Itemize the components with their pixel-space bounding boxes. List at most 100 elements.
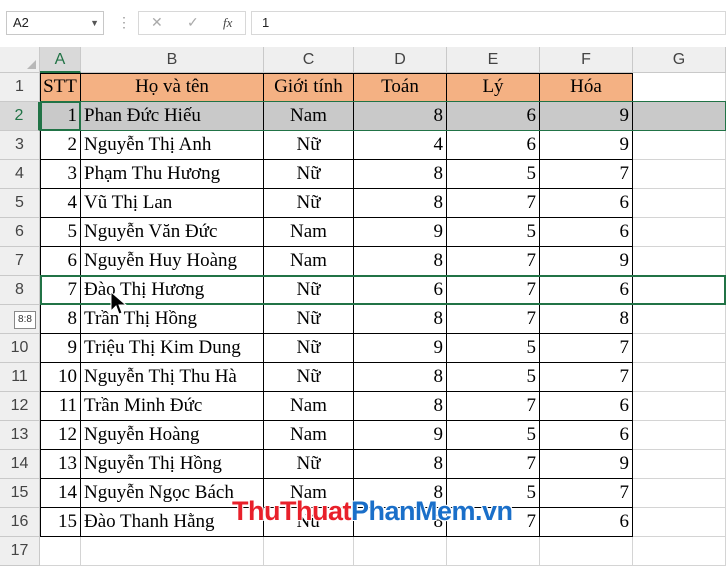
header-cell-math[interactable]: Toán [354, 73, 447, 102]
row-header-7[interactable]: 7 [0, 247, 40, 276]
header-cell-stt[interactable]: STT [40, 73, 81, 102]
cell-empty[interactable] [354, 537, 447, 566]
cell-stt[interactable]: 7 [40, 276, 81, 305]
cell-stt[interactable]: 4 [40, 189, 81, 218]
cell-empty[interactable] [264, 537, 354, 566]
column-header-f[interactable]: F [540, 47, 633, 73]
cell-gender[interactable]: Nữ [264, 450, 354, 479]
cell-chemistry[interactable]: 9 [540, 450, 633, 479]
cell-math[interactable]: 8 [354, 392, 447, 421]
cell-g[interactable] [633, 131, 726, 160]
cell-stt[interactable]: 11 [40, 392, 81, 421]
cell-stt[interactable]: 1 [40, 102, 81, 131]
row-header-8[interactable]: 8 [0, 276, 40, 305]
cell-math[interactable]: 6 [354, 276, 447, 305]
cell-stt[interactable]: 9 [40, 334, 81, 363]
cell-gender[interactable]: Nam [264, 218, 354, 247]
row-header-10[interactable]: 10 [0, 334, 40, 363]
cell-g[interactable] [633, 421, 726, 450]
column-header-b[interactable]: B [81, 47, 264, 73]
row-header-11[interactable]: 11 [0, 363, 40, 392]
row-header-13[interactable]: 13 [0, 421, 40, 450]
cell-math[interactable]: 8 [354, 160, 447, 189]
cell-g[interactable] [633, 450, 726, 479]
cell-physics[interactable]: 5 [447, 160, 540, 189]
cell-math[interactable]: 8 [354, 305, 447, 334]
cell-stt[interactable]: 12 [40, 421, 81, 450]
cell-chemistry[interactable]: 8 [540, 305, 633, 334]
name-box[interactable]: A2 ▼ [6, 11, 104, 35]
cell-math[interactable]: 9 [354, 334, 447, 363]
column-header-g[interactable]: G [633, 47, 726, 73]
cell-name[interactable]: Nguyễn Hoàng [81, 421, 264, 450]
cell-physics[interactable]: 7 [447, 305, 540, 334]
cell-gender[interactable]: Nữ [264, 334, 354, 363]
cell-physics[interactable]: 5 [447, 218, 540, 247]
cell-name[interactable]: Phạm Thu Hương [81, 160, 264, 189]
row-header-12[interactable]: 12 [0, 392, 40, 421]
cell-stt[interactable]: 5 [40, 218, 81, 247]
cell-gender[interactable]: Nam [264, 392, 354, 421]
row-header-17[interactable]: 17 [0, 537, 40, 566]
cell-name[interactable]: Vũ Thị Lan [81, 189, 264, 218]
cancel-icon[interactable]: ✕ [151, 14, 163, 31]
cell-math[interactable]: 4 [354, 131, 447, 160]
cell-physics[interactable]: 7 [447, 392, 540, 421]
cell-gender[interactable]: Nữ [264, 363, 354, 392]
cell-stt[interactable]: 15 [40, 508, 81, 537]
header-cell-chemistry[interactable]: Hóa [540, 73, 633, 102]
cell-chemistry[interactable]: 9 [540, 247, 633, 276]
chevron-down-icon[interactable]: ▼ [90, 12, 99, 34]
cell-math[interactable]: 8 [354, 102, 447, 131]
cell-chemistry[interactable]: 7 [540, 160, 633, 189]
column-header-d[interactable]: D [354, 47, 447, 73]
cell-chemistry[interactable]: 6 [540, 392, 633, 421]
enter-icon[interactable]: ✓ [187, 14, 199, 31]
row-header-5[interactable]: 5 [0, 189, 40, 218]
cell-gender[interactable]: Nữ [264, 131, 354, 160]
row-header-15[interactable]: 15 [0, 479, 40, 508]
cell-g1[interactable] [633, 73, 726, 102]
cell-name[interactable]: Nguyễn Văn Đức [81, 218, 264, 247]
cell-stt[interactable]: 2 [40, 131, 81, 160]
cell-physics[interactable]: 6 [447, 131, 540, 160]
cell-math[interactable]: 9 [354, 218, 447, 247]
cell-physics[interactable]: 6 [447, 102, 540, 131]
cell-g[interactable] [633, 102, 726, 131]
cell-physics[interactable]: 7 [447, 450, 540, 479]
cell-g[interactable] [633, 247, 726, 276]
cell-gender[interactable]: Nữ [264, 189, 354, 218]
fx-icon[interactable]: fx [223, 15, 232, 31]
cell-g[interactable] [633, 363, 726, 392]
cell-g[interactable] [633, 276, 726, 305]
cell-chemistry[interactable]: 6 [540, 508, 633, 537]
column-header-e[interactable]: E [447, 47, 540, 73]
cell-gender[interactable]: Nữ [264, 305, 354, 334]
header-cell-physics[interactable]: Lý [447, 73, 540, 102]
cell-math[interactable]: 8 [354, 363, 447, 392]
cell-name[interactable]: Nguyễn Thị Thu Hà [81, 363, 264, 392]
row-header-3[interactable]: 3 [0, 131, 40, 160]
cell-math[interactable]: 9 [354, 421, 447, 450]
row-header-2[interactable]: 2 [0, 102, 40, 131]
cell-chemistry[interactable]: 9 [540, 102, 633, 131]
formula-input[interactable]: 1 [251, 11, 726, 35]
cell-chemistry[interactable]: 6 [540, 189, 633, 218]
cell-chemistry[interactable]: 7 [540, 334, 633, 363]
cell-name[interactable]: Phan Đức Hiếu [81, 102, 264, 131]
cell-empty[interactable] [540, 537, 633, 566]
cell-math[interactable]: 8 [354, 450, 447, 479]
cell-g[interactable] [633, 160, 726, 189]
cell-chemistry[interactable]: 9 [540, 131, 633, 160]
cell-g[interactable] [633, 218, 726, 247]
cell-gender[interactable]: Nam [264, 421, 354, 450]
row-header-4[interactable]: 4 [0, 160, 40, 189]
cell-stt[interactable]: 3 [40, 160, 81, 189]
cell-name[interactable]: Triệu Thị Kim Dung [81, 334, 264, 363]
cell-name[interactable]: Nguyễn Huy Hoàng [81, 247, 264, 276]
cell-name[interactable]: Trần Thị Hồng [81, 305, 264, 334]
cell-stt[interactable]: 13 [40, 450, 81, 479]
cell-gender[interactable]: Nam [264, 102, 354, 131]
cell-physics[interactable]: 7 [447, 189, 540, 218]
cell-g[interactable] [633, 334, 726, 363]
